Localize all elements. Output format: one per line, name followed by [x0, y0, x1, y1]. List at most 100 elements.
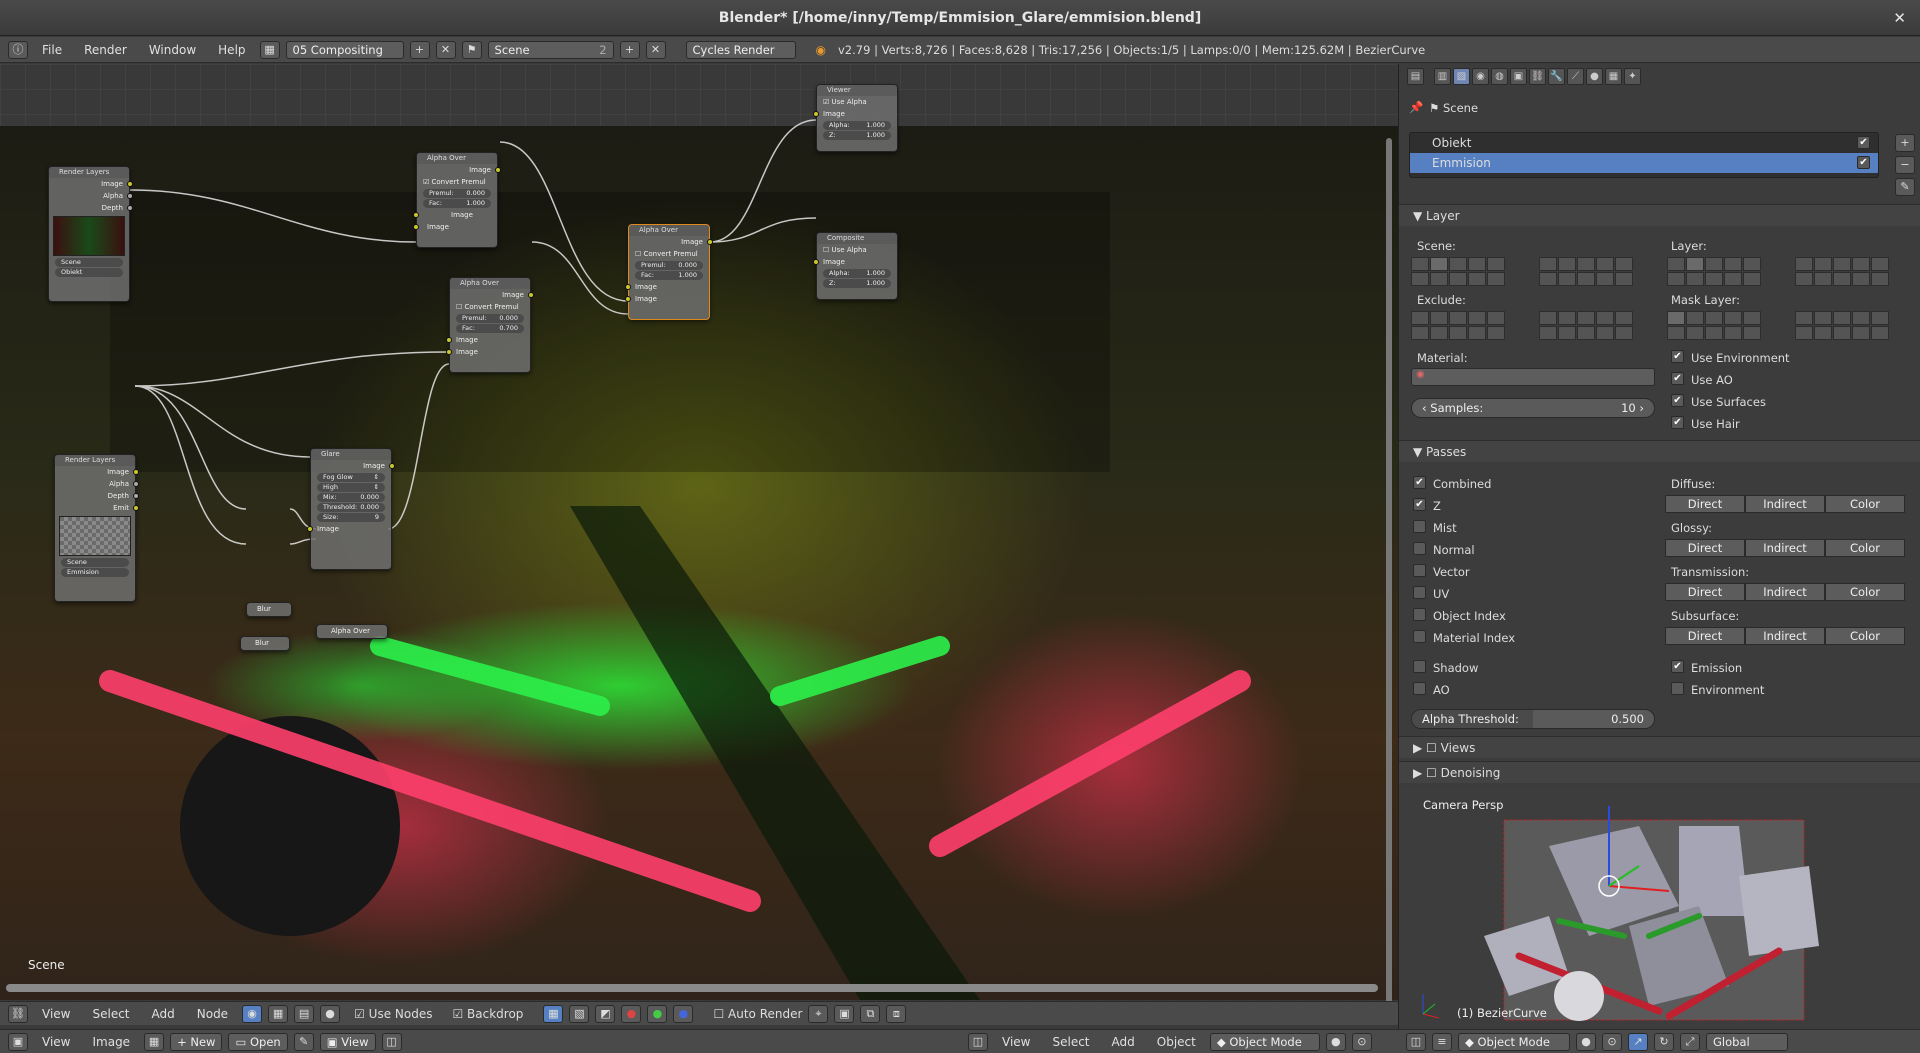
mask-layer-grid-2[interactable]: [1795, 311, 1889, 340]
node-layer-field[interactable]: Emmision: [61, 568, 129, 577]
subsurface-color-button[interactable]: Color: [1825, 627, 1905, 645]
compositing-nodes-icon[interactable]: ▦: [268, 1004, 289, 1023]
use-hair-checkbox[interactable]: [1671, 416, 1684, 429]
menu-image[interactable]: Image: [84, 1035, 138, 1049]
fac-field[interactable]: Fac: 0.700: [456, 324, 524, 333]
editor-type-icon[interactable]: ▤: [1407, 68, 1424, 85]
render-layer-item-selected[interactable]: Emmision: [1410, 153, 1878, 173]
backdrop-channel-icon[interactable]: ◩: [595, 1004, 616, 1023]
environment-pass-checkbox[interactable]: [1671, 682, 1684, 695]
use-nodes-checkbox[interactable]: ☑ Use Nodes: [354, 1007, 432, 1021]
viewport-object-mode-dropdown[interactable]: ◆ Object Mode: [1458, 1032, 1570, 1051]
node-composite[interactable]: Composite ☐ Use Alpha Image Alpha: 1.000 …: [813, 232, 898, 300]
layer-layers-grid-1[interactable]: [1667, 257, 1761, 286]
z-field[interactable]: Z: 1.000: [823, 131, 891, 140]
scene-icon[interactable]: ⚑: [461, 40, 482, 59]
render-layer-enable-checkbox[interactable]: [1857, 156, 1870, 169]
pivot-icon[interactable]: ⊙: [1351, 1032, 1372, 1051]
subsurface-direct-button[interactable]: Direct: [1665, 627, 1745, 645]
mask-layer-grid-1[interactable]: [1667, 311, 1761, 340]
backdrop-alpha-icon[interactable]: ▧: [569, 1004, 590, 1023]
node-blur-1[interactable]: Blur: [246, 602, 292, 617]
use-environment-checkbox[interactable]: [1671, 350, 1684, 363]
render-layer-enable-checkbox[interactable]: [1857, 136, 1870, 149]
node-editor-type-icon[interactable]: ⛓: [8, 1004, 28, 1023]
scene-field[interactable]: Scene 2: [487, 40, 614, 59]
glare-threshold-field[interactable]: Threshold: 0.000: [317, 503, 385, 512]
node-layer-field[interactable]: Obiekt: [55, 268, 123, 277]
passes-panel-header[interactable]: ▼ Passes: [1399, 440, 1920, 462]
menu-node[interactable]: Node: [189, 1007, 236, 1021]
menu-view[interactable]: View: [34, 1007, 78, 1021]
transmission-color-button[interactable]: Color: [1825, 583, 1905, 601]
combined-pass-checkbox[interactable]: [1413, 476, 1426, 489]
node-scene-field[interactable]: Scene: [61, 558, 129, 567]
snap-element-icon[interactable]: ▣: [834, 1004, 855, 1023]
new-image-button[interactable]: + New: [170, 1032, 223, 1051]
premul-field[interactable]: Premul: 0.000: [456, 314, 524, 323]
object-mode-dropdown[interactable]: ◆ Object Mode: [1209, 1032, 1320, 1051]
object-tab-icon[interactable]: ▣: [1510, 68, 1527, 85]
backdrop-checkbox[interactable]: ☑ Backdrop: [452, 1007, 523, 1021]
premul-field[interactable]: Premul: 0.000: [423, 189, 491, 198]
remove-render-layer-icon[interactable]: −: [1895, 156, 1915, 174]
glare-type-dropdown[interactable]: Fog Glow ⇕: [317, 473, 385, 482]
use-alpha-checkbox[interactable]: ☐ Use Alpha: [817, 244, 897, 256]
menu-view[interactable]: View: [34, 1035, 78, 1049]
menu-file[interactable]: File: [34, 43, 70, 57]
node-render-layers-obiekt[interactable]: Render Layers Image Alpha Depth Scene Ob…: [48, 166, 133, 302]
image-browse-icon[interactable]: ▦: [144, 1032, 165, 1051]
node-alpha-over-2[interactable]: Alpha Over Image ☐ Convert Premul Premul…: [446, 277, 534, 373]
material-index-pass-checkbox[interactable]: [1413, 630, 1426, 643]
fac-field[interactable]: Fac: 1.000: [423, 199, 491, 208]
uv-pass-checkbox[interactable]: [1413, 586, 1426, 599]
rotate-manipulator-icon[interactable]: ↻: [1654, 1032, 1674, 1051]
shadow-pass-checkbox[interactable]: [1413, 660, 1426, 673]
emission-pass-checkbox[interactable]: [1671, 660, 1684, 673]
image-editor-type-icon[interactable]: ▣: [8, 1032, 28, 1051]
open-image-button[interactable]: ▭ Open: [228, 1032, 288, 1051]
diffuse-indirect-button[interactable]: Indirect: [1745, 495, 1825, 513]
render-layer-item[interactable]: Obiekt: [1410, 133, 1878, 153]
convert-premul-checkbox[interactable]: ☐ Convert Premul: [450, 301, 530, 313]
exclude-grid-1[interactable]: [1411, 311, 1505, 340]
ao-pass-checkbox[interactable]: [1413, 682, 1426, 695]
material-tab-icon[interactable]: ●: [1586, 68, 1603, 85]
alpha-field[interactable]: Alpha: 1.000: [823, 121, 891, 130]
screen-layout-icon[interactable]: ▦: [259, 40, 280, 59]
alpha-threshold-slider[interactable]: Alpha Threshold: 0.500: [1411, 709, 1655, 729]
alpha-field[interactable]: Alpha: 1.000: [823, 269, 891, 278]
view3d-editor-type-icon[interactable]: ◫: [968, 1032, 988, 1051]
glossy-direct-button[interactable]: Direct: [1665, 539, 1745, 557]
add-render-layer-icon[interactable]: +: [1895, 134, 1915, 152]
copy-icon[interactable]: ⧉: [860, 1004, 881, 1023]
world-tab-icon[interactable]: ◍: [1491, 68, 1508, 85]
normal-pass-checkbox[interactable]: [1413, 542, 1426, 555]
menu-view[interactable]: View: [994, 1035, 1038, 1049]
render-tab-icon[interactable]: ▥: [1434, 68, 1451, 85]
node-alpha-over-4[interactable]: Alpha Over: [316, 624, 388, 639]
use-alpha-checkbox[interactable]: ☑ Use Alpha: [817, 96, 897, 108]
pin-icon[interactable]: ✎: [293, 1032, 314, 1051]
glossy-color-button[interactable]: Color: [1825, 539, 1905, 557]
viewport-menu-icon[interactable]: ≡: [1432, 1032, 1452, 1051]
menu-render[interactable]: Render: [76, 43, 135, 57]
menu-window[interactable]: Window: [141, 43, 204, 57]
snap-icon[interactable]: ⌖: [808, 1004, 829, 1023]
backdrop-rgb-icon[interactable]: ▦: [543, 1004, 564, 1023]
menu-object[interactable]: Object: [1149, 1035, 1204, 1049]
scale-manipulator-icon[interactable]: ⤢: [1680, 1032, 1700, 1051]
viewport-editor-type-icon[interactable]: ◫: [1406, 1032, 1426, 1051]
fac-field[interactable]: Fac: 1.000: [635, 271, 703, 280]
screen-layout-field[interactable]: 05 Compositing: [285, 40, 404, 59]
node-editor-vertical-scrollbar[interactable]: [1386, 138, 1392, 1002]
node-editor[interactable]: Render Layers Image Alpha Depth Scene Ob…: [0, 64, 1398, 1002]
blue-channel-icon[interactable]: ●: [673, 1004, 694, 1023]
3d-viewport[interactable]: Camera Persp (1) BezierCurve: [1398, 786, 1920, 1029]
object-index-pass-checkbox[interactable]: [1413, 608, 1426, 621]
mist-pass-checkbox[interactable]: [1413, 520, 1426, 533]
subsurface-indirect-button[interactable]: Indirect: [1745, 627, 1825, 645]
convert-premul-checkbox[interactable]: ☑ Convert Premul: [417, 176, 497, 188]
render-layers-tab-icon[interactable]: ▧: [1453, 68, 1470, 85]
material-nodes-icon[interactable]: ●: [320, 1004, 341, 1023]
